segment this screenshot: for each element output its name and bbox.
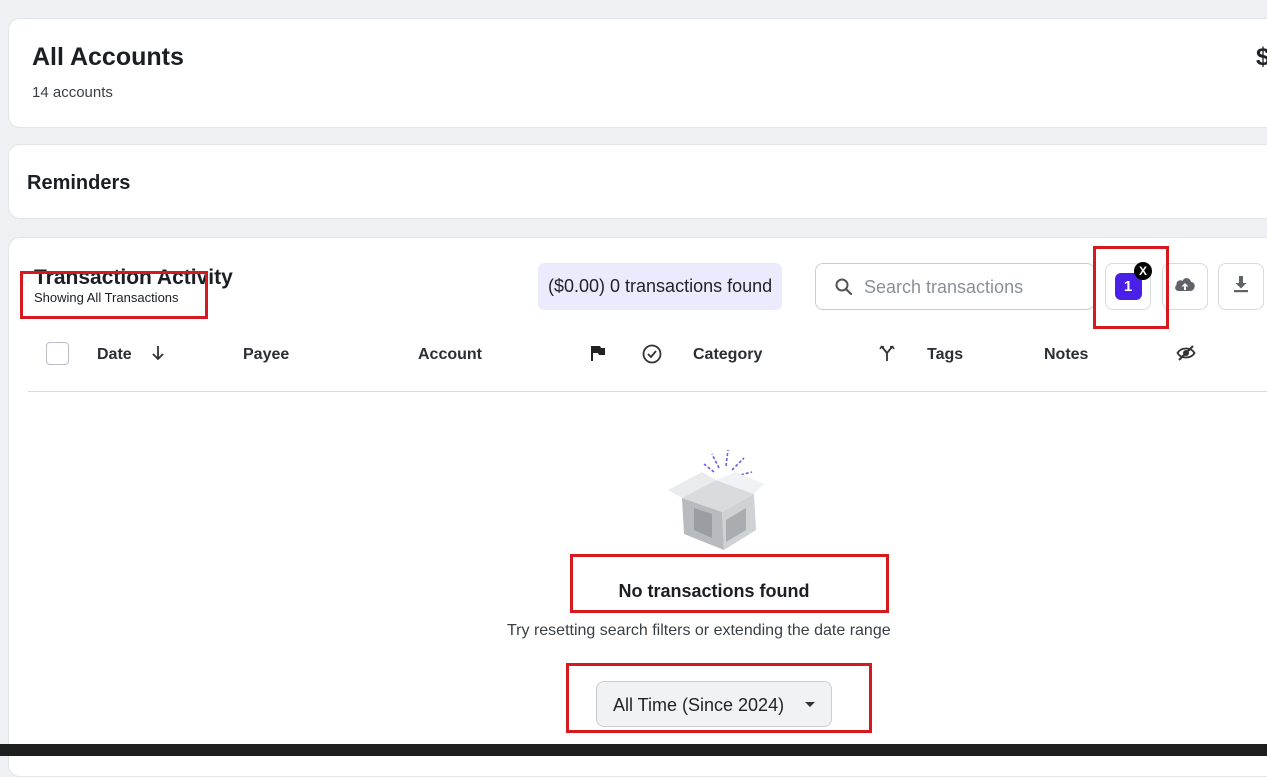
column-tags[interactable]: Tags xyxy=(927,346,963,364)
search-input[interactable] xyxy=(864,272,1084,302)
accounts-title: All Accounts xyxy=(32,43,184,71)
empty-box-illustration xyxy=(664,449,764,565)
caret-down-icon xyxy=(805,702,815,707)
taskbar-strip xyxy=(0,744,1267,756)
empty-state-title-text: No transactions found xyxy=(618,581,810,601)
search-icon xyxy=(834,277,854,302)
import-button[interactable] xyxy=(1162,263,1208,310)
search-box[interactable] xyxy=(815,263,1095,310)
column-account[interactable]: Account xyxy=(418,346,482,364)
column-notes[interactable]: Notes xyxy=(1044,346,1088,364)
column-payee[interactable]: Payee xyxy=(243,346,289,364)
reviewed-check-icon[interactable] xyxy=(642,344,662,369)
sort-descending-icon[interactable] xyxy=(150,344,166,367)
split-icon[interactable] xyxy=(878,344,896,367)
accounts-count: 14 accounts xyxy=(32,84,113,101)
date-range-select[interactable]: All Time (Since 2024) xyxy=(596,681,832,727)
cloud-upload-icon xyxy=(1173,274,1197,299)
transactions-summary: ($0.00) 0 transactions found xyxy=(538,263,783,310)
clear-filters-button[interactable]: X xyxy=(1134,262,1152,280)
accounts-summary-card: All Accounts 14 accounts $ xyxy=(8,18,1267,128)
hide-columns-icon[interactable] xyxy=(1176,344,1196,367)
select-all-checkbox[interactable] xyxy=(46,342,69,365)
flag-icon[interactable] xyxy=(589,344,607,367)
empty-state-title: No transactions found xyxy=(9,581,1267,602)
accounts-total: $ xyxy=(1256,43,1267,71)
download-icon xyxy=(1232,274,1250,299)
transaction-activity-title: Transaction Activity xyxy=(34,266,233,289)
export-button[interactable] xyxy=(1218,263,1264,310)
date-range-label: All Time (Since 2024) xyxy=(613,695,785,715)
reminders-title: Reminders xyxy=(27,172,131,194)
empty-state-hint: Try resetting search filters or extendin… xyxy=(507,622,891,639)
transaction-filter-subtitle: Showing All Transactions xyxy=(34,290,179,305)
active-filters-button[interactable]: 1 X xyxy=(1105,262,1152,310)
reminders-card[interactable]: Reminders xyxy=(8,144,1267,219)
transaction-activity-card: Transaction Activity Showing All Transac… xyxy=(8,237,1267,777)
transactions-table-header: Date Payee Account Category Tags Notes xyxy=(28,332,1267,392)
column-category[interactable]: Category xyxy=(693,346,762,364)
column-date[interactable]: Date xyxy=(97,346,132,364)
